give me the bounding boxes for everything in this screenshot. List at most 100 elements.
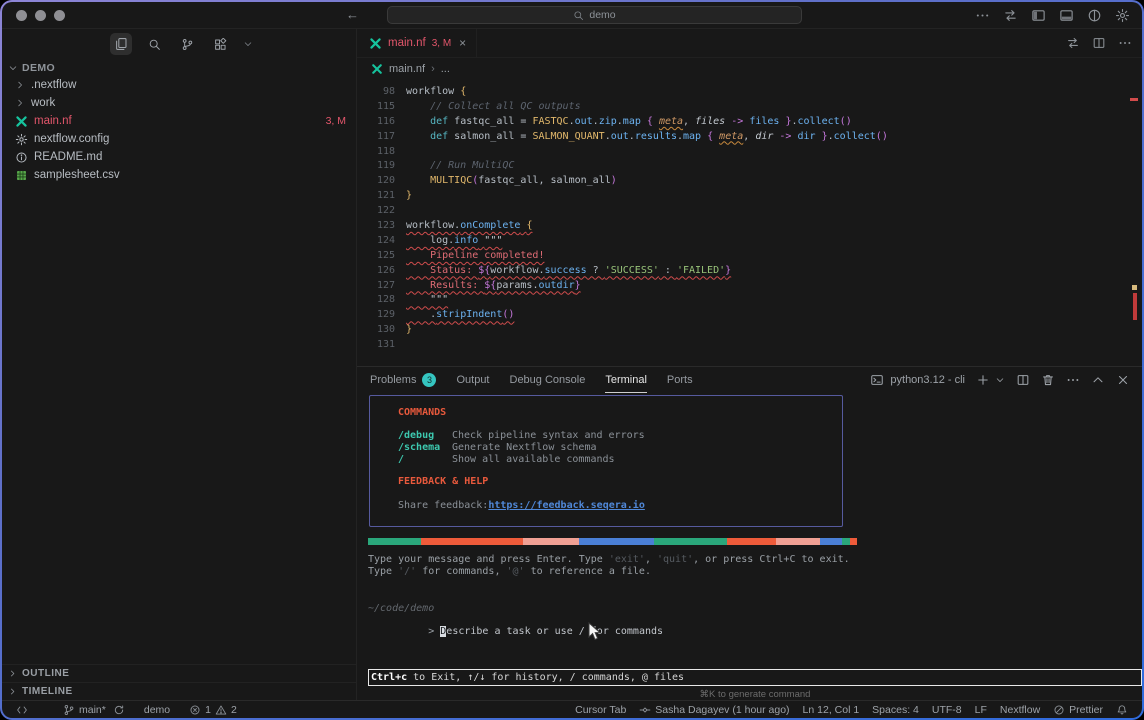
kill-terminal-icon[interactable]: [1041, 373, 1055, 387]
workspace-indicator[interactable]: demo: [144, 704, 170, 716]
breadcrumb-file[interactable]: main.nf: [389, 63, 425, 75]
status-item-sasha-dagayev-1-hour-ago-[interactable]: Sasha Dagayev (1 hour ago): [639, 704, 789, 716]
blame-icon: [639, 704, 651, 716]
minimize-window-button[interactable]: [35, 10, 46, 21]
status-item-utf-8[interactable]: UTF-8: [932, 704, 962, 716]
status-item-spaces-4[interactable]: Spaces: 4: [872, 704, 919, 716]
terminal-dropdown-icon[interactable]: [995, 375, 1005, 385]
terminal-session-name[interactable]: python3.12 - cli: [890, 374, 965, 386]
source-control-icon: [180, 37, 195, 52]
code-editor[interactable]: 98workflow {115 // Collect all QC output…: [357, 80, 1142, 366]
status-item-bell[interactable]: [1116, 704, 1128, 716]
terminal-hint-line1: Type your message and press Enter. Type …: [368, 554, 850, 565]
remote-indicator[interactable]: [16, 704, 28, 716]
status-item-lf[interactable]: LF: [975, 704, 987, 716]
line-content: def salmon_all = SALMON_QUANT.out.result…: [406, 130, 888, 145]
command-name: /schema: [398, 442, 452, 454]
line-number: 118: [365, 145, 395, 160]
csv-file-icon: [15, 169, 28, 182]
status-item-nextflow[interactable]: Nextflow: [1000, 704, 1040, 716]
status-item-cursor-tab[interactable]: Cursor Tab: [575, 704, 626, 716]
line-content: // Collect all QC outputs: [406, 100, 581, 115]
file-row[interactable]: samplesheet.csv: [2, 166, 356, 184]
search-value: demo: [589, 9, 615, 21]
editor-area: main.nf 3, M × main.nf › ...: [357, 29, 1142, 700]
settings-gear-icon[interactable]: [1115, 8, 1130, 23]
nextflow-file-icon: [369, 37, 382, 50]
status-label: Prettier: [1069, 704, 1103, 716]
sidebar-section-timeline[interactable]: TIMELINE: [2, 682, 356, 700]
terminal-icon: [870, 373, 884, 387]
close-tab-icon[interactable]: ×: [459, 36, 466, 50]
command-name: /debug: [398, 430, 452, 442]
breadcrumb-symbol[interactable]: ...: [441, 63, 450, 75]
problems-status[interactable]: 1 2: [189, 704, 237, 716]
file-name: work: [31, 97, 55, 109]
customize-layout-icon[interactable]: [1087, 8, 1102, 23]
close-panel-icon[interactable]: [1116, 373, 1130, 387]
feedback-link[interactable]: https://feedback.seqera.io: [488, 500, 645, 512]
new-terminal-icon[interactable]: [976, 373, 990, 387]
nextflow-file-icon: [371, 63, 383, 75]
panel-tab-debug-console[interactable]: Debug Console: [510, 367, 586, 393]
status-label: Sasha Dagayev (1 hour ago): [655, 704, 789, 716]
toggle-panel-icon[interactable]: [1059, 8, 1074, 23]
status-item-prettier[interactable]: Prettier: [1053, 704, 1103, 716]
status-item-ln-12-col-1[interactable]: Ln 12, Col 1: [803, 704, 860, 716]
git-sync-button[interactable]: [113, 704, 125, 716]
toggle-sidebar-icon[interactable]: [1031, 8, 1046, 23]
terminal-hint-line2: Type '/' for commands, '@' to reference …: [368, 566, 651, 577]
sidebar-section-outline[interactable]: OUTLINE: [2, 664, 356, 682]
title-bar-actions: [975, 8, 1130, 23]
panel-tab-ports[interactable]: Ports: [667, 367, 693, 393]
split-terminal-icon[interactable]: [1016, 373, 1030, 387]
tab-label: main.nf: [388, 37, 426, 49]
maximize-window-button[interactable]: [54, 10, 65, 21]
explorer-section-header[interactable]: DEMO: [2, 59, 356, 76]
breadcrumb[interactable]: main.nf › ...: [357, 58, 1142, 80]
swap-arrows-icon[interactable]: [1003, 8, 1018, 23]
generate-command-hint: ⌘K to generate command: [368, 689, 1142, 700]
git-branch-status[interactable]: main*: [63, 704, 106, 716]
line-content: workflow.onComplete {: [406, 219, 532, 234]
file-row[interactable]: .nextflow: [2, 76, 356, 94]
panel-tab-output[interactable]: Output: [456, 367, 489, 393]
file-row[interactable]: work: [2, 94, 356, 112]
folder-chevron-icon: [15, 80, 25, 90]
more-views-icon[interactable]: [242, 38, 254, 50]
panel-more-icon[interactable]: [1066, 373, 1080, 387]
back-button[interactable]: ←: [346, 7, 359, 22]
line-content: def fastqc_all = FASTQC.out.zip.map { me…: [406, 115, 852, 130]
panel-tab-terminal[interactable]: Terminal: [605, 367, 647, 393]
search-icon: [573, 10, 584, 21]
maximize-panel-icon[interactable]: [1091, 373, 1105, 387]
search-icon: [147, 37, 162, 52]
file-row[interactable]: README.md: [2, 148, 356, 166]
panel-tab-label: Debug Console: [510, 374, 586, 386]
close-window-button[interactable]: [16, 10, 27, 21]
command-center-search[interactable]: demo: [387, 6, 802, 24]
editor-actions: [1066, 36, 1132, 50]
extensions-icon: [213, 37, 228, 52]
file-row[interactable]: main.nf3, M: [2, 112, 356, 130]
more-icon[interactable]: [975, 8, 990, 23]
section-label: OUTLINE: [22, 668, 69, 679]
search-view-button[interactable]: [143, 33, 165, 55]
chat-prompt-input[interactable]: > Describe a task or use / for commands: [368, 615, 663, 648]
code-line: 116 def fastqc_all = FASTQC.out.zip.map …: [357, 115, 1142, 130]
compare-changes-icon[interactable]: [1066, 36, 1080, 50]
line-number: 124: [365, 234, 395, 249]
code-line: 122: [357, 204, 1142, 219]
more-actions-icon[interactable]: [1118, 36, 1132, 50]
nextflow-file-icon: [15, 115, 28, 128]
source-control-view-button[interactable]: [176, 33, 198, 55]
input-shortcut-bar[interactable]: Ctrl+c to Exit, ↑/↓ for history, / comma…: [368, 669, 1142, 686]
prompt-placeholder: escribe a task or use / for commands: [446, 626, 663, 637]
file-row[interactable]: nextflow.config: [2, 130, 356, 148]
tab-main-nf[interactable]: main.nf 3, M ×: [357, 29, 477, 57]
explorer-view-button[interactable]: [110, 33, 132, 55]
split-editor-icon[interactable]: [1092, 36, 1106, 50]
line-content: Pipeline completed!: [406, 249, 544, 264]
panel-tab-problems[interactable]: Problems3: [370, 367, 436, 393]
extensions-view-button[interactable]: [209, 33, 231, 55]
